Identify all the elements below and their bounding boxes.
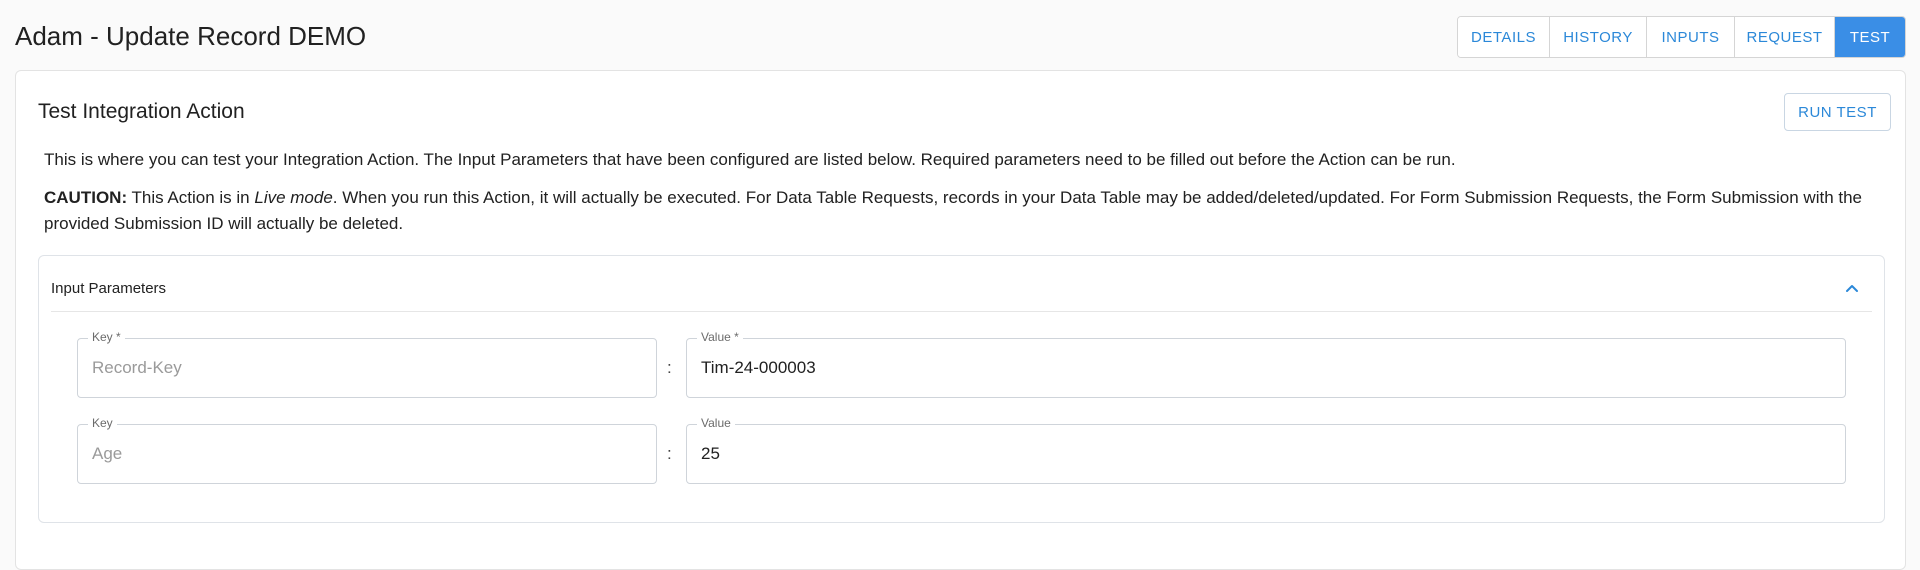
card-title: Test Integration Action: [38, 100, 245, 123]
panel-divider: [51, 311, 1872, 312]
key-input-2[interactable]: [92, 425, 642, 483]
caution-mode: Live mode: [254, 188, 333, 207]
key-input-1[interactable]: [92, 339, 642, 397]
input-parameters-panel: Input Parameters Key * : Value * Key : V…: [38, 255, 1885, 523]
test-integration-card: Test Integration Action RUN TEST This is…: [15, 70, 1906, 570]
key-field-2[interactable]: Key: [77, 416, 657, 484]
panel-title: Input Parameters: [51, 280, 167, 297]
page-header: Adam - Update Record DEMO DETAILS HISTOR…: [0, 0, 1920, 72]
caution-label: CAUTION:: [44, 188, 128, 207]
tab-test[interactable]: TEST: [1835, 17, 1905, 57]
value-input-1[interactable]: [701, 339, 1831, 397]
tab-group: DETAILS HISTORY INPUTS REQUEST TEST: [1457, 16, 1906, 58]
panel-header[interactable]: Input Parameters: [39, 256, 1884, 312]
key-value-separator-1: :: [667, 358, 672, 377]
key-field-1[interactable]: Key *: [77, 330, 657, 398]
value-field-2[interactable]: Value: [686, 416, 1846, 484]
tab-inputs[interactable]: INPUTS: [1647, 17, 1735, 57]
run-test-button[interactable]: RUN TEST: [1784, 93, 1891, 131]
caution-pre: This Action is in: [127, 188, 255, 207]
caution-text: CAUTION: This Action is in Live mode. Wh…: [44, 185, 1894, 237]
key-value-separator-2: :: [667, 444, 672, 463]
tab-details[interactable]: DETAILS: [1458, 17, 1550, 57]
chevron-up-icon[interactable]: [1842, 278, 1862, 298]
value-input-2[interactable]: [701, 425, 1831, 483]
intro-text: This is where you can test your Integrat…: [44, 150, 1456, 169]
tab-request[interactable]: REQUEST: [1735, 17, 1835, 57]
page-title: Adam - Update Record DEMO: [15, 21, 367, 51]
value-field-1[interactable]: Value *: [686, 330, 1846, 398]
tab-history[interactable]: HISTORY: [1550, 17, 1647, 57]
